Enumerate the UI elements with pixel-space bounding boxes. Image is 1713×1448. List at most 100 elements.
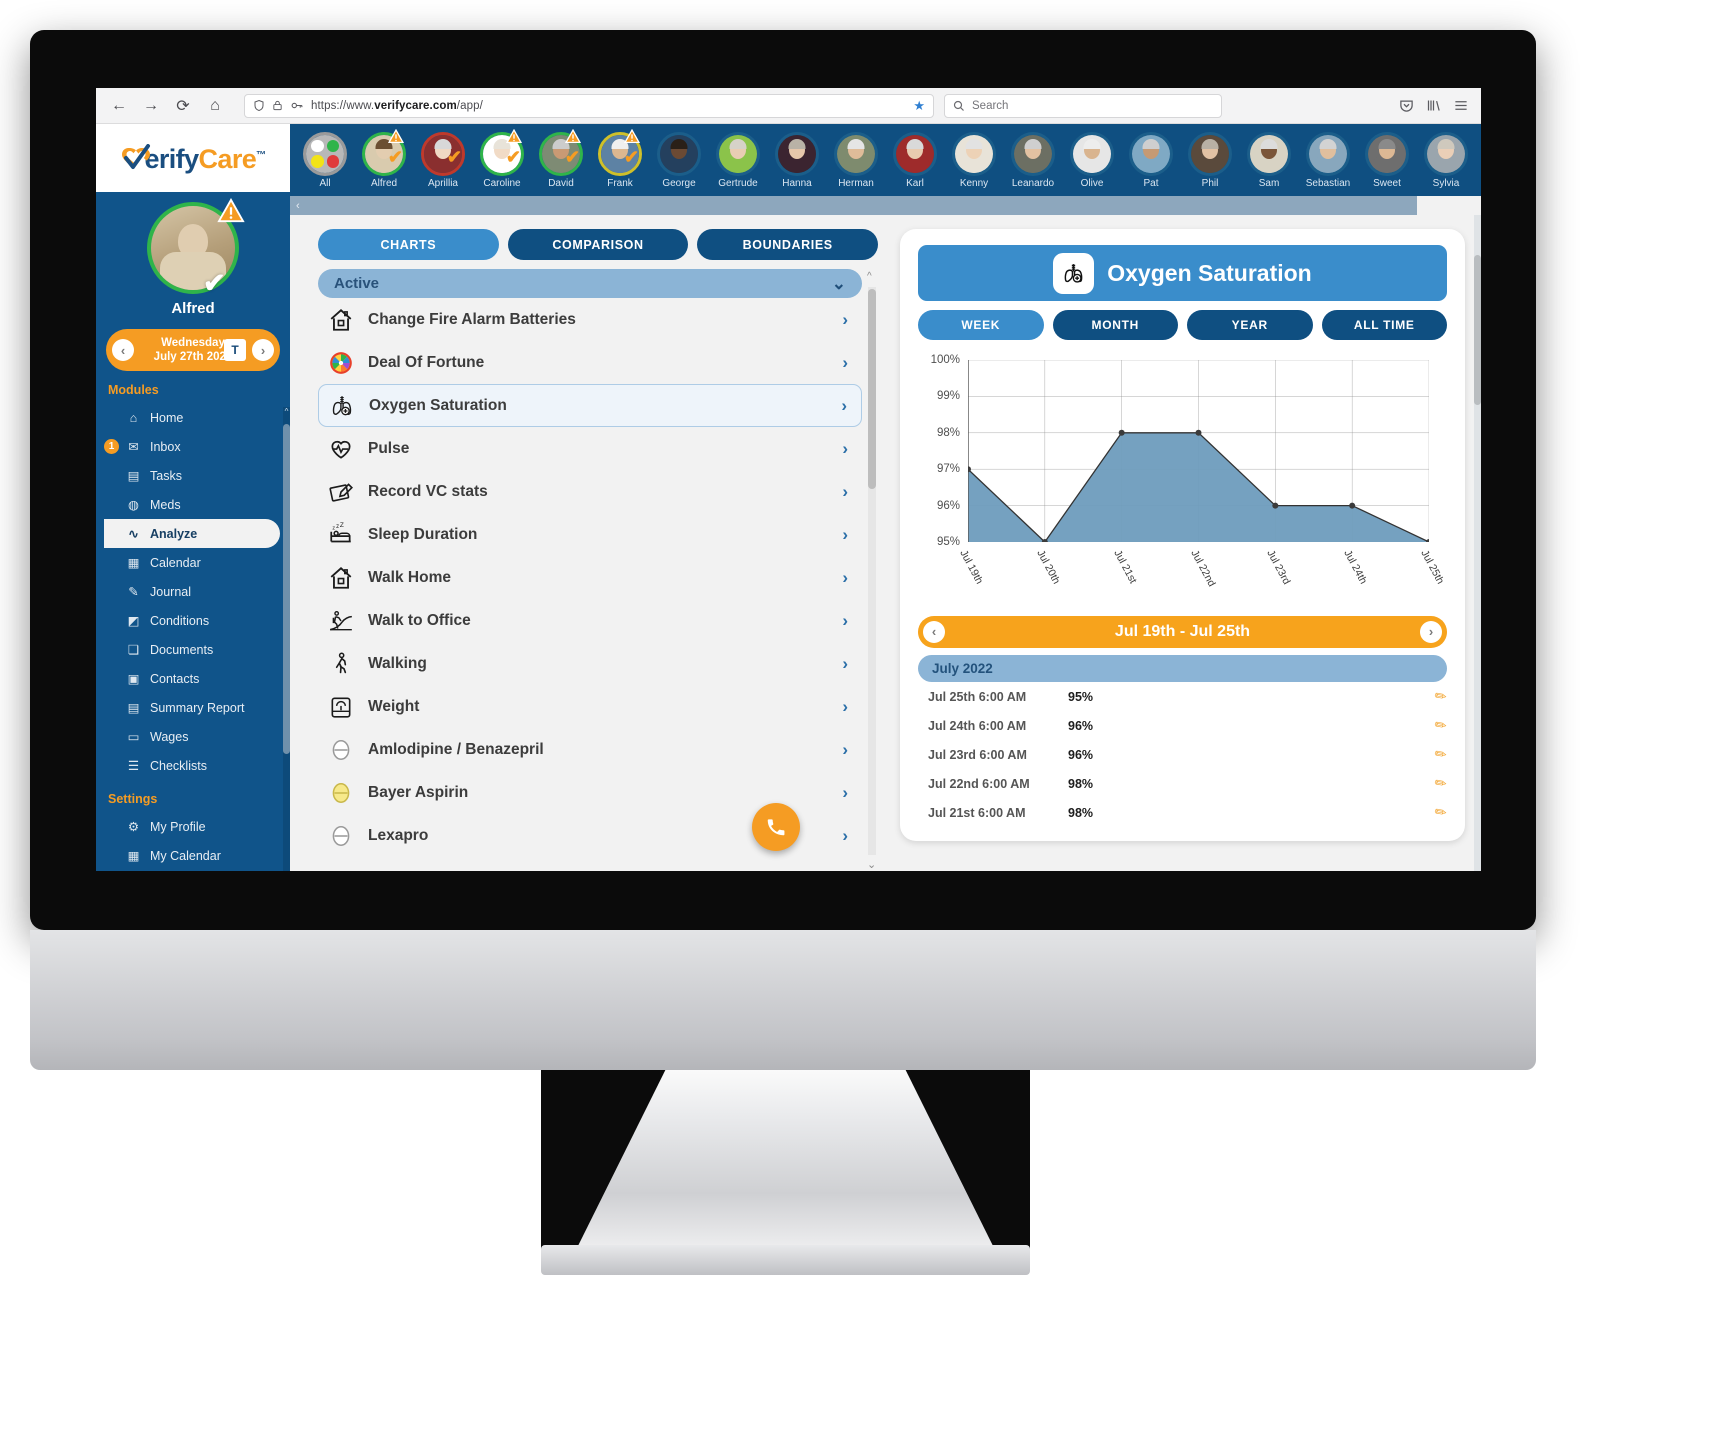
back-icon[interactable]: ←	[106, 93, 132, 119]
chevron-down-icon[interactable]: ⌄	[832, 274, 846, 294]
sidebar-scroll-thumb[interactable]	[283, 424, 290, 754]
chevron-right-icon[interactable]: ›	[841, 396, 847, 416]
verifycare-logo[interactable]: erify Care ™	[96, 124, 290, 192]
avatar[interactable]	[1188, 131, 1232, 176]
reload-icon[interactable]: ⟳	[170, 93, 196, 119]
table-row[interactable]: Jul 22nd 6:00 AM 98% ✎	[918, 769, 1450, 798]
patient-chip-sebastian[interactable]: Sebastian	[1299, 131, 1357, 189]
avatar[interactable]: ✔	[147, 198, 245, 297]
sidebar-item-meds[interactable]: ◍ Meds	[96, 490, 280, 519]
list-item[interactable]: Deal Of Fortune ›	[318, 341, 862, 384]
prev-day-button[interactable]: ‹	[112, 339, 134, 361]
selected-patient-avatar-block[interactable]: ✔ Alfred	[96, 192, 290, 321]
list-scroll-up-icon[interactable]: ^	[867, 271, 872, 282]
sidebar-item-my-profile[interactable]: ⚙ My Profile	[96, 812, 280, 841]
home-icon[interactable]: ⌂	[202, 93, 228, 119]
range-all-time[interactable]: ALL TIME	[1321, 310, 1447, 341]
chevron-right-icon[interactable]: ›	[842, 697, 848, 717]
sidebar-item-tasks[interactable]: ▤ Tasks	[96, 461, 280, 490]
range-month[interactable]: MONTH	[1052, 310, 1178, 341]
chevron-right-icon[interactable]: ›	[842, 568, 848, 588]
pencil-icon[interactable]: ✎	[1431, 802, 1450, 823]
tab-comparison[interactable]: COMPARISON	[507, 229, 689, 260]
patient-chip-sylvia[interactable]: Sylvia	[1417, 131, 1475, 189]
avatar[interactable]	[1070, 131, 1114, 176]
avatar[interactable]	[1365, 131, 1409, 176]
app-scrollbar[interactable]	[1474, 215, 1481, 871]
sidebar-item-analyze[interactable]: ∿ Analyze	[104, 519, 280, 548]
pencil-icon[interactable]: ✎	[1431, 744, 1450, 765]
patient-chip-hanna[interactable]: Hanna	[768, 131, 826, 189]
sidebar-item-journal[interactable]: ✎ Journal	[96, 577, 280, 606]
patient-chip-aprillia[interactable]: ✔ Aprillia	[414, 131, 472, 189]
list-item[interactable]: Walk Home ›	[318, 556, 862, 599]
list-item[interactable]: Amlodipine / Benazepril ›	[318, 728, 862, 771]
list-group-header[interactable]: Active ⌄	[318, 269, 862, 298]
sidebar-item-wages[interactable]: ▭ Wages	[96, 722, 280, 751]
avatar[interactable]	[1306, 131, 1350, 176]
prev-week-button[interactable]: ‹	[923, 620, 945, 643]
patient-chip-alfred[interactable]: ✔ Alfred	[355, 128, 413, 189]
forward-icon[interactable]: →	[138, 93, 164, 119]
chevron-right-icon[interactable]: ›	[842, 310, 848, 330]
avatar[interactable]: ✔	[598, 128, 642, 176]
avatar[interactable]: ✔	[362, 128, 406, 176]
patient-chip-olive[interactable]: Olive	[1063, 131, 1121, 189]
avatar[interactable]	[834, 131, 878, 176]
next-day-button[interactable]: ›	[252, 339, 274, 361]
list-scroll-thumb[interactable]	[868, 289, 876, 489]
patient-chip-frank[interactable]: ✔ Frank	[591, 128, 649, 189]
patient-chip-david[interactable]: ✔ David	[532, 128, 590, 189]
date-navigator[interactable]: ‹ Wednesday July 27th 2022 T ›	[106, 329, 280, 371]
table-row[interactable]: Jul 21st 6:00 AM 98% ✎	[918, 798, 1450, 827]
sidebar-scrollbar[interactable]	[283, 416, 290, 871]
patient-chip-george[interactable]: George	[650, 131, 708, 189]
range-week[interactable]: WEEK	[918, 310, 1044, 341]
table-row[interactable]: Jul 23rd 6:00 AM 96% ✎	[918, 740, 1450, 769]
patient-chip-sam[interactable]: Sam	[1240, 131, 1298, 189]
patient-chip-caroline[interactable]: ✔ Caroline	[473, 128, 531, 189]
pencil-icon[interactable]: ✎	[1431, 686, 1450, 707]
list-item[interactable]: Walk to Office ›	[318, 599, 862, 642]
range-year[interactable]: YEAR	[1187, 310, 1313, 341]
patient-chip-all[interactable]: All	[296, 131, 354, 189]
scroll-left-icon[interactable]: ‹	[290, 200, 300, 212]
chevron-right-icon[interactable]: ›	[842, 740, 848, 760]
library-icon[interactable]	[1426, 98, 1441, 113]
pencil-icon[interactable]: ✎	[1431, 715, 1450, 736]
address-bar[interactable]: https://www.verifycare.com/app/ ★	[244, 93, 934, 118]
patient-chip-leanardo[interactable]: Leanardo	[1004, 131, 1062, 189]
chevron-right-icon[interactable]: ›	[842, 439, 848, 459]
chevron-right-icon[interactable]: ›	[842, 611, 848, 631]
list-item[interactable]: Change Fire Alarm Batteries ›	[318, 298, 862, 341]
avatar[interactable]	[1247, 131, 1291, 176]
chevron-right-icon[interactable]: ›	[842, 525, 848, 545]
browser-search-box[interactable]: Search	[944, 93, 1222, 118]
list-scroll-down-icon[interactable]: ⌄	[867, 858, 876, 871]
list-item[interactable]: zzZ Sleep Duration ›	[318, 513, 862, 556]
table-row[interactable]: Jul 24th 6:00 AM 96% ✎	[918, 711, 1450, 740]
avatar[interactable]	[952, 131, 996, 176]
list-item[interactable]: Record VC stats ›	[318, 470, 862, 513]
list-scrollbar[interactable]: ^ ⌄	[866, 269, 878, 871]
avatar[interactable]	[1011, 131, 1055, 176]
week-navigator[interactable]: ‹ Jul 19th - Jul 25th ›	[918, 616, 1447, 648]
avatar[interactable]	[657, 131, 701, 176]
pencil-icon[interactable]: ✎	[1431, 773, 1450, 794]
list-item[interactable]: Walking ›	[318, 642, 862, 685]
sidebar-item-my-calendar[interactable]: ▦ My Calendar	[96, 841, 280, 870]
avatar[interactable]: ✔	[421, 131, 465, 176]
patient-bar-scroll-strip[interactable]: ‹	[290, 196, 1481, 215]
avatar[interactable]	[1129, 131, 1173, 176]
avatar[interactable]	[303, 131, 347, 176]
patient-chip-pat[interactable]: Pat	[1122, 131, 1180, 189]
tab-charts[interactable]: CHARTS	[318, 229, 499, 260]
call-button[interactable]	[752, 803, 800, 851]
sidebar-item-checklists[interactable]: ☰ Checklists	[96, 751, 280, 780]
avatar[interactable]	[775, 131, 819, 176]
chevron-right-icon[interactable]: ›	[842, 826, 848, 846]
bookmark-star-icon[interactable]: ★	[913, 98, 925, 114]
chevron-right-icon[interactable]: ›	[842, 482, 848, 502]
avatar[interactable]: ✔	[539, 128, 583, 176]
list-item[interactable]: Weight ›	[318, 685, 862, 728]
